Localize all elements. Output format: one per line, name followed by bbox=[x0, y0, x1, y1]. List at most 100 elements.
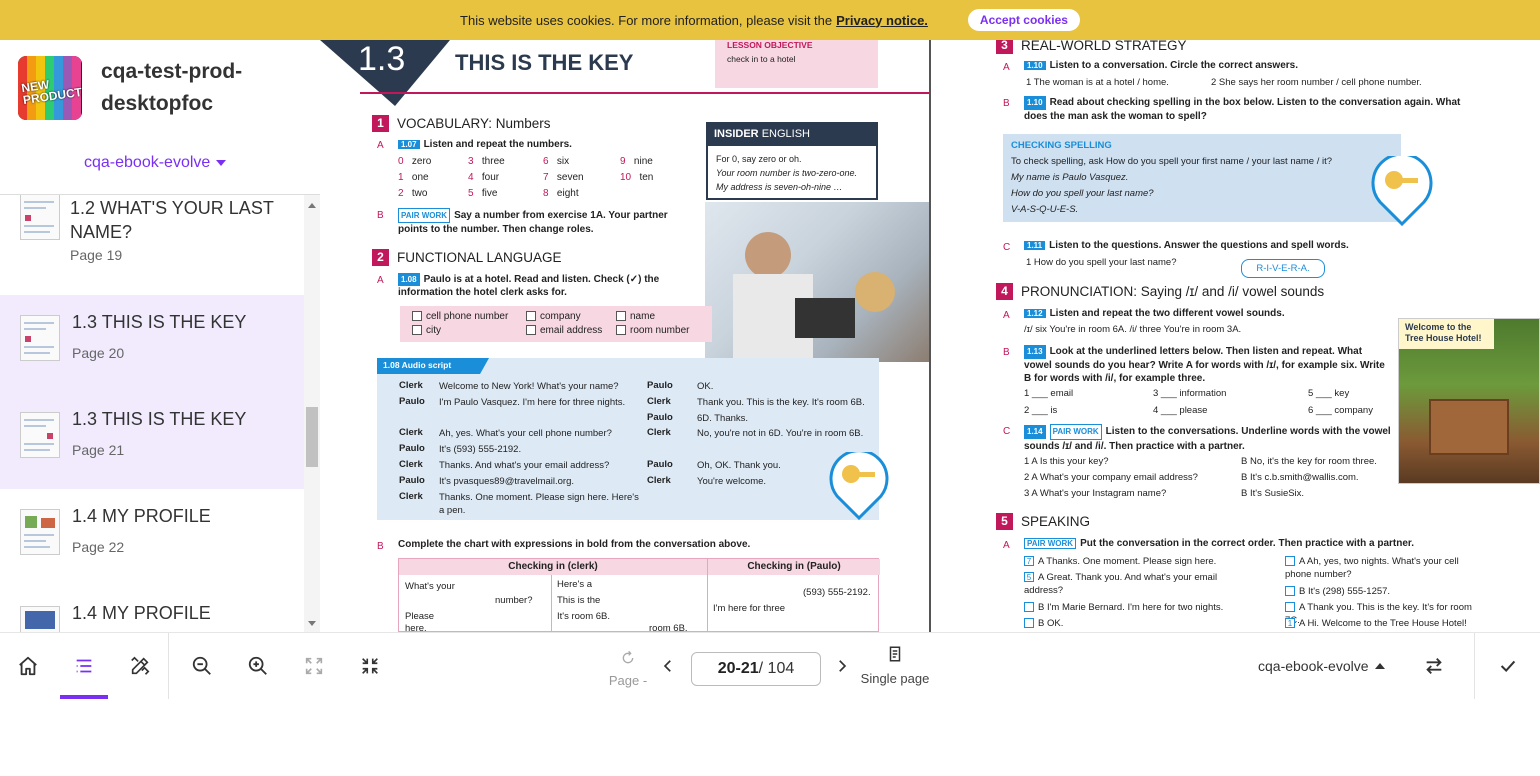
fullscreen-button[interactable] bbox=[292, 633, 336, 699]
section-4-title: 4 PRONUNCIATION: Saying /ɪ/ and /i/ vowe… bbox=[996, 283, 1324, 300]
chart-cell: It's room 6B. bbox=[557, 611, 611, 622]
order-item[interactable]: B I'm Marie Bernard. I'm here for two ni… bbox=[1024, 601, 1254, 614]
accept-cookies-button[interactable]: Accept cookies bbox=[967, 9, 1080, 31]
order-item[interactable]: 1A Hi. Welcome to the Tree House Hotel! bbox=[1285, 617, 1485, 630]
checklist-item[interactable]: city bbox=[412, 325, 441, 336]
confirm-button[interactable] bbox=[1486, 633, 1530, 699]
insider-line: For 0, say zero or oh. bbox=[716, 154, 802, 164]
refresh-button[interactable] bbox=[612, 633, 644, 669]
toc-scrollbar[interactable] bbox=[304, 195, 320, 632]
label-a: A bbox=[1003, 62, 1010, 73]
exercise-4c: 1.14 PAIR WORK Listen to the conversations… bbox=[1024, 424, 1391, 452]
chart-cell: What's your bbox=[405, 581, 455, 592]
hotel-reception-photo bbox=[705, 202, 930, 362]
audio-icon[interactable]: 1.11 bbox=[1024, 241, 1046, 250]
book-viewer[interactable]: 1.3 THIS IS THE KEY LESSON OBJECTIVE che… bbox=[320, 40, 1540, 632]
scroll-down-icon[interactable] bbox=[308, 621, 316, 626]
toc-item[interactable]: 1.3 THIS IS THE KEY Page 20 bbox=[0, 295, 304, 392]
order-item[interactable]: B OK. bbox=[1024, 617, 1254, 630]
tree-house-photo: Welcome to the Tree House Hotel! bbox=[1398, 318, 1540, 484]
script-speaker: Clerk bbox=[647, 396, 671, 407]
toc-button[interactable] bbox=[62, 633, 106, 699]
book-switcher[interactable]: cqa-ebook-evolve bbox=[1258, 633, 1404, 699]
audio-icon[interactable]: 1.08 bbox=[398, 273, 420, 286]
toc-item[interactable]: 1.4 MY PROFILE bbox=[0, 586, 304, 632]
privacy-notice-link[interactable]: Privacy notice. bbox=[836, 13, 928, 28]
audio-script-title: 1.08 Audio script bbox=[377, 358, 489, 374]
annotate-button[interactable] bbox=[118, 633, 162, 699]
book-switcher-label: cqa-ebook-evolve bbox=[1258, 658, 1369, 674]
script-line: Thank you. This is the key. It's room 6B… bbox=[697, 397, 865, 408]
checklist-item[interactable]: company bbox=[526, 311, 581, 322]
previous-page-button[interactable] bbox=[652, 633, 684, 699]
word-item: 4 ___ please bbox=[1153, 405, 1208, 416]
audio-icon[interactable]: 1.07 bbox=[398, 140, 420, 149]
check-icon bbox=[1500, 660, 1516, 673]
checklist-item[interactable]: room number bbox=[616, 325, 689, 336]
current-page: 20-21 bbox=[717, 660, 759, 677]
checklist-item[interactable]: name bbox=[616, 311, 655, 322]
scrollbar-thumb[interactable] bbox=[306, 407, 318, 467]
label-a: A bbox=[377, 275, 384, 286]
home-button[interactable] bbox=[6, 633, 50, 699]
audio-icon[interactable]: 1.10 bbox=[1024, 61, 1046, 70]
book-selector[interactable]: cqa-ebook-evolve bbox=[84, 154, 227, 172]
pair-work-badge: PAIR WORK bbox=[398, 208, 451, 223]
chart-cell: here. bbox=[405, 623, 427, 632]
page-number-input[interactable]: 20-21 / 104 bbox=[691, 652, 821, 686]
script-speaker: Clerk bbox=[399, 427, 423, 438]
toc-item[interactable]: 1.4 MY PROFILE Page 22 bbox=[0, 489, 304, 586]
audio-icon[interactable]: 1.12 bbox=[1024, 309, 1046, 318]
cookie-banner: This website uses cookies. For more info… bbox=[0, 0, 1540, 40]
zoom-in-button[interactable] bbox=[236, 633, 280, 699]
toc-item-page: Page 21 bbox=[72, 442, 125, 458]
toc-item[interactable]: 1.2 WHAT'S YOUR LAST NAME? Page 19 bbox=[0, 195, 304, 263]
order-item[interactable]: 7A Thanks. One moment. Please sign here. bbox=[1024, 555, 1254, 568]
checklist-box: cell phone number city company email add… bbox=[400, 306, 712, 342]
scroll-up-icon[interactable] bbox=[308, 203, 316, 208]
pair-work-badge: PAIR WORK bbox=[1049, 424, 1102, 440]
cookie-message: This website uses cookies. For more info… bbox=[460, 12, 833, 28]
swap-button[interactable] bbox=[1412, 633, 1456, 699]
script-speaker: Paulo bbox=[647, 412, 673, 423]
number-item: 9 nine bbox=[620, 156, 653, 167]
script-speaker: Paulo bbox=[399, 443, 425, 454]
order-item[interactable]: B It's (298) 555-1257. bbox=[1285, 585, 1485, 598]
chart-header: Checking in (Paulo) bbox=[707, 559, 880, 575]
next-page-button[interactable] bbox=[826, 633, 858, 699]
toc-item-title: 1.2 WHAT'S YOUR LAST NAME? bbox=[70, 198, 274, 242]
toc-item[interactable]: 1.3 THIS IS THE KEY Page 21 bbox=[0, 392, 304, 489]
number-item: 1 one bbox=[398, 172, 429, 183]
toc-item-title: 1.4 MY PROFILE bbox=[72, 603, 211, 623]
exercise-item: /ɪ/ six You're in room 6A. /i/ three You… bbox=[1024, 324, 1242, 335]
checklist-item[interactable]: email address bbox=[526, 325, 602, 336]
word-item: 6 ___ company bbox=[1308, 405, 1373, 416]
script-line: Thanks. One moment. Please sign here. He… bbox=[439, 492, 639, 516]
label-b: B bbox=[1003, 98, 1010, 109]
zoom-out-button[interactable] bbox=[180, 633, 224, 699]
audio-icon[interactable]: 1.13 bbox=[1024, 345, 1046, 359]
toc-item-title: 1.3 THIS IS THE KEY bbox=[72, 409, 247, 429]
order-item[interactable]: 5A Great. Thank you. And what's your ema… bbox=[1024, 571, 1254, 597]
zoom-in-icon bbox=[248, 656, 267, 675]
audio-icon[interactable]: 1.10 bbox=[1024, 96, 1046, 110]
conversation-line: B It's SusieSix. bbox=[1241, 488, 1305, 499]
exercise-item: 1 How do you spell your last name? bbox=[1026, 257, 1177, 268]
number-item: 2 two bbox=[398, 188, 428, 199]
fit-page-button[interactable] bbox=[348, 633, 392, 699]
checklist-item[interactable]: cell phone number bbox=[412, 311, 508, 322]
box-line: How do you spell your last name? bbox=[1011, 188, 1154, 199]
label-a: A bbox=[1003, 310, 1010, 321]
word-item: 3 ___ information bbox=[1153, 388, 1227, 399]
chart-cell: I'm here for three bbox=[713, 603, 786, 614]
audio-icon[interactable]: 1.14 bbox=[1024, 425, 1046, 439]
script-speaker: Clerk bbox=[647, 427, 671, 438]
script-speaker: Paulo bbox=[647, 459, 673, 470]
page-label: Page - bbox=[608, 673, 648, 688]
order-item[interactable]: A Ah, yes, two nights. What's your cell … bbox=[1285, 555, 1485, 581]
toc-item-page: Page 19 bbox=[70, 247, 123, 263]
page-21: 3 REAL-WORLD STRATEGY A 1.10 Listen to a … bbox=[931, 40, 1540, 632]
section-5-title: 5 SPEAKING bbox=[996, 513, 1090, 530]
number-item: 7 seven bbox=[543, 172, 584, 183]
toc-item-page: Page 20 bbox=[72, 345, 125, 361]
